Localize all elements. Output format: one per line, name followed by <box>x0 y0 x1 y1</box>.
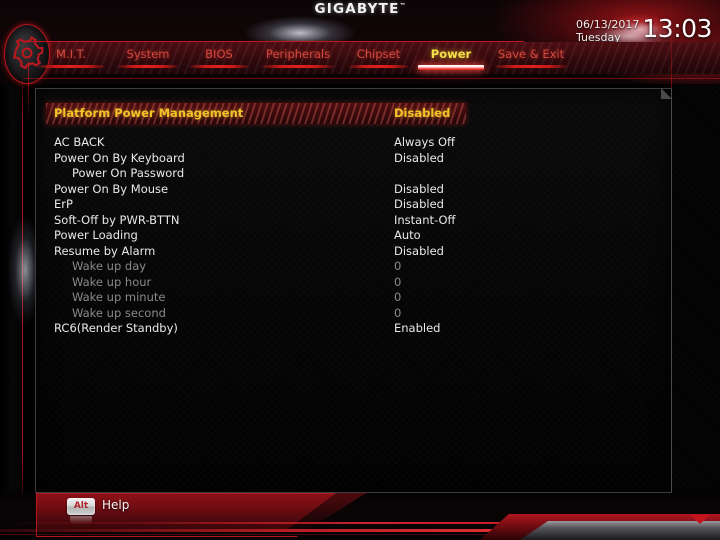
setting-label: Resume by Alarm <box>54 243 156 258</box>
setting-label: Power Loading <box>54 228 138 242</box>
tab-underline <box>118 65 178 68</box>
setting-value: 0 <box>394 290 402 304</box>
tab-underline <box>261 65 335 68</box>
setting-label: Power On By Mouse <box>54 181 169 196</box>
bios-screen: GIGABYTE™ 06/13/2017 Tuesday 13:03 M.I.T… <box>0 0 720 540</box>
setting-row-resume-by-alarm[interactable]: Resume by Alarm Disabled <box>46 244 506 260</box>
panel-corner-bevel <box>659 89 671 101</box>
current-time: 13:03 <box>642 14 712 43</box>
setting-row-wake-up-day: Wake up day 0 <box>46 259 506 275</box>
setting-label: Power On Password <box>72 166 185 180</box>
setting-row-power-on-by-mouse[interactable]: Power On By Mouse Disabled <box>46 182 506 198</box>
setting-label: Wake up day <box>72 259 147 273</box>
selected-setting-row[interactable]: Platform Power Management Disabled <box>46 103 466 124</box>
help-label[interactable]: Help <box>102 498 129 512</box>
settings-panel: Platform Power Management Disabled AC BA… <box>35 88 672 493</box>
tab-underline <box>494 65 568 68</box>
setting-row-ac-back[interactable]: AC BACK Always Off <box>46 135 506 151</box>
setting-label: AC BACK <box>54 135 105 149</box>
setting-value: Disabled <box>394 181 444 196</box>
selected-setting-label: Platform Power Management <box>54 106 244 120</box>
tab-underline-active <box>417 65 485 70</box>
setting-label: Wake up hour <box>72 274 152 289</box>
setting-value: Always Off <box>394 135 455 149</box>
brand-name: GIGABYTE <box>314 1 400 17</box>
setting-row-power-loading[interactable]: Power Loading Auto <box>46 228 506 244</box>
setting-value: Disabled <box>394 243 444 258</box>
header-accent-line <box>24 78 720 79</box>
setting-label: RC6(Render Standby) <box>54 321 178 335</box>
tab-underline <box>37 65 105 68</box>
setting-value: 0 <box>394 274 402 289</box>
setting-row-power-on-password[interactable]: Power On Password <box>46 166 506 182</box>
setting-value: 0 <box>394 305 402 320</box>
left-vertical-accent <box>28 62 29 122</box>
tab-bios[interactable]: BIOS <box>184 44 254 68</box>
setting-value: 0 <box>394 259 402 273</box>
tab-power[interactable]: Power <box>415 44 487 70</box>
setting-label: Wake up minute <box>72 290 166 304</box>
tab-system[interactable]: System <box>112 44 184 68</box>
left-vertical-accent <box>22 74 23 504</box>
setting-row-wake-up-minute: Wake up minute 0 <box>46 290 506 306</box>
tab-label: Save & Exit <box>497 47 565 61</box>
right-edge-decoration <box>672 84 720 494</box>
setting-row-erp[interactable]: ErP Disabled <box>46 197 506 213</box>
setting-row-soft-off-by-pwr-bttn[interactable]: Soft-Off by PWR-BTTN Instant-Off <box>46 213 506 229</box>
setting-value: Enabled <box>394 321 441 335</box>
setting-label: Soft-Off by PWR-BTTN <box>54 212 180 227</box>
setting-row-power-on-by-keyboard[interactable]: Power On By Keyboard Disabled <box>46 151 506 167</box>
tab-label: M.I.T. <box>56 47 86 61</box>
setting-label: Power On By Keyboard <box>54 150 185 165</box>
tab-peripherals[interactable]: Peripherals <box>254 44 342 68</box>
header-accent-line <box>24 41 524 42</box>
tab-label: BIOS <box>205 47 233 61</box>
footer-triangle-icon <box>690 515 710 524</box>
tab-label: Power <box>430 47 472 61</box>
setting-row-wake-up-second: Wake up second 0 <box>46 306 506 322</box>
tab-label: System <box>126 47 170 61</box>
tab-underline <box>190 65 248 68</box>
trademark-icon: ™ <box>399 2 406 10</box>
tab-save-exit[interactable]: Save & Exit <box>487 44 575 68</box>
main-navigation-tabs[interactable]: M.I.T. System BIOS Peripherals Chipset P… <box>30 44 575 74</box>
tab-chipset[interactable]: Chipset <box>342 44 415 68</box>
setting-row-wake-up-hour: Wake up hour 0 <box>46 275 506 291</box>
current-date: 06/13/2017 <box>576 18 640 31</box>
alt-key-button[interactable]: Alt <box>67 498 95 515</box>
setting-value: Disabled <box>394 150 444 165</box>
setting-label: ErP <box>54 197 73 211</box>
setting-value: Instant-Off <box>394 212 456 227</box>
setting-label: Wake up second <box>72 305 166 320</box>
tab-mit[interactable]: M.I.T. <box>30 44 112 68</box>
selected-setting-value: Disabled <box>394 106 451 120</box>
gigabyte-logo: GIGABYTE™ <box>0 0 720 17</box>
tab-label: Chipset <box>356 47 401 61</box>
setting-row-rc6-render-standby[interactable]: RC6(Render Standby) Enabled <box>46 321 506 337</box>
tab-underline <box>348 65 409 68</box>
tab-label: Peripherals <box>265 47 331 61</box>
footer-bar: Alt Help <box>0 493 720 540</box>
settings-list: AC BACK Always Off Power On By Keyboard … <box>46 135 506 337</box>
setting-value: Auto <box>394 228 421 242</box>
setting-value: Disabled <box>394 197 444 211</box>
